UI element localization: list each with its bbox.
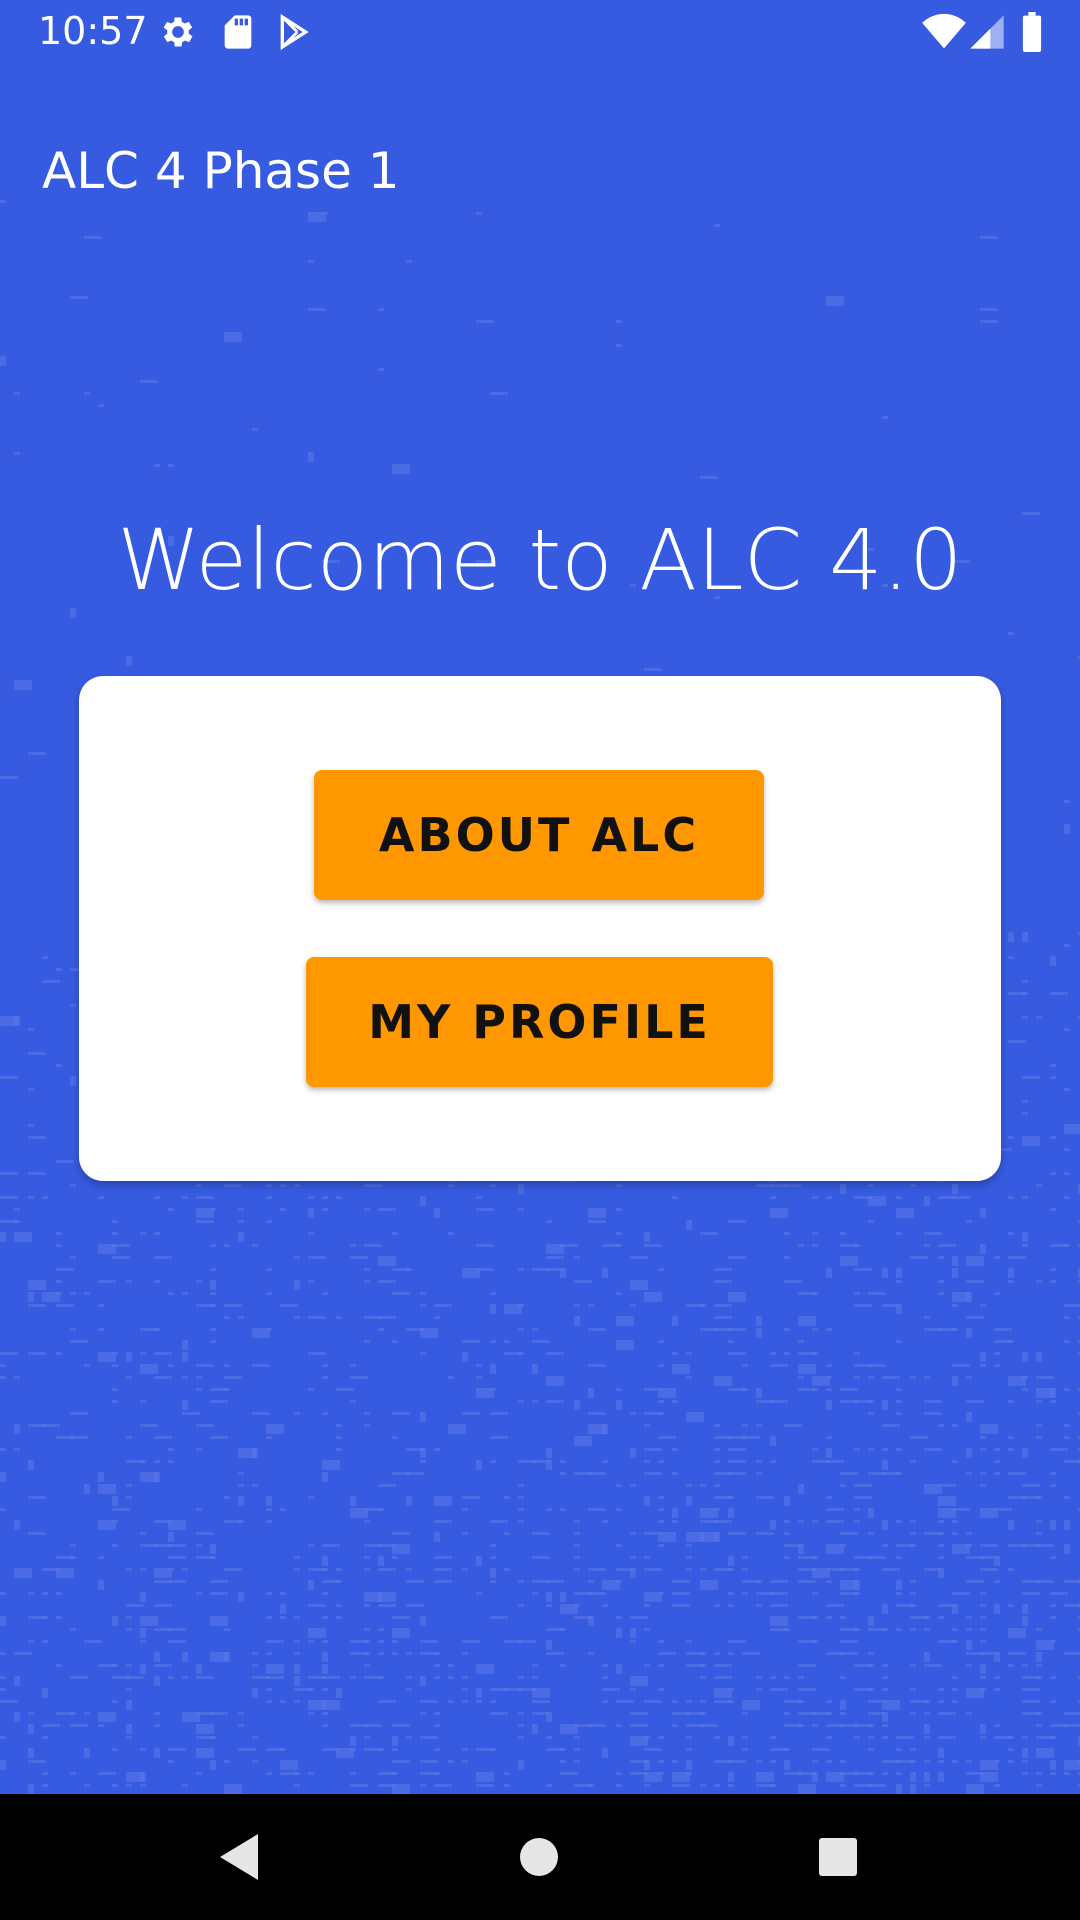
welcome-heading: Welcome to ALC 4.0 [117, 511, 963, 609]
status-time: 10:57 [38, 9, 148, 53]
gear-icon [158, 12, 198, 52]
signal-icon [970, 12, 1004, 52]
recents-icon[interactable] [805, 1824, 871, 1890]
back-icon[interactable] [206, 1824, 272, 1890]
app-bar: ALC 4 Phase 1 [0, 63, 1080, 210]
play-store-icon [274, 12, 314, 52]
navigation-bar [0, 1794, 1080, 1920]
sd-card-icon [218, 12, 258, 52]
app-title: ALC 4 Phase 1 [42, 141, 400, 200]
status-bar: 10:57 [0, 0, 1080, 63]
about-alc-button[interactable]: ABOUT ALC [314, 770, 764, 900]
menu-card: ABOUT ALC MY PROFILE [79, 676, 1001, 1181]
wifi-icon [922, 12, 966, 52]
my-profile-button[interactable]: MY PROFILE [306, 957, 773, 1087]
home-icon[interactable] [506, 1824, 572, 1890]
battery-icon [1020, 12, 1044, 52]
